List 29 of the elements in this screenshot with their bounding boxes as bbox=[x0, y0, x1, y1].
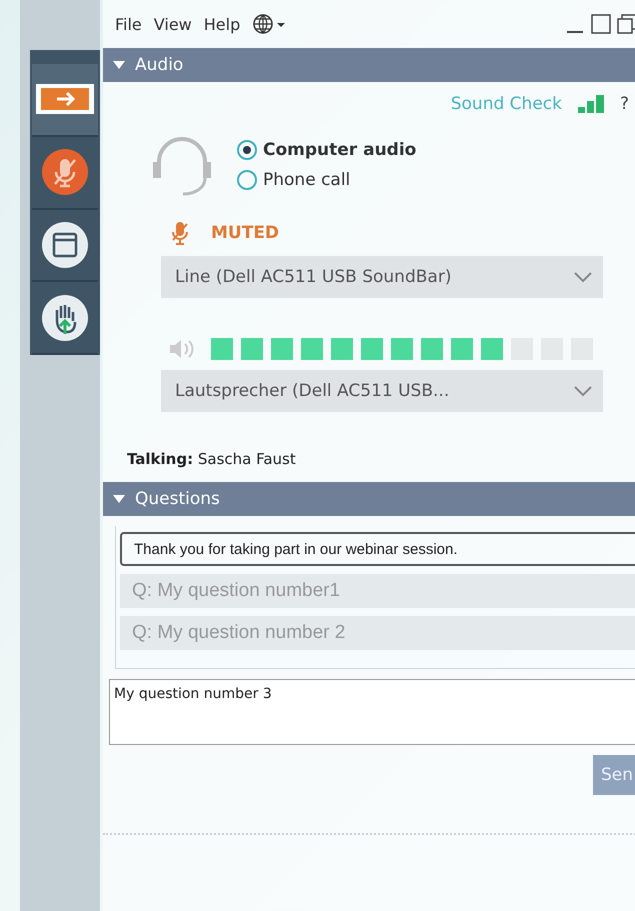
host-message: Thank you for taking part in our webinar session. bbox=[120, 532, 635, 566]
signal-bars-icon bbox=[578, 95, 604, 113]
microphone-dropdown[interactable]: Line (Dell AC511 USB SoundBar) bbox=[161, 256, 603, 298]
muted-microphone-icon bbox=[41, 148, 89, 196]
speaker-dropdown[interactable]: Lautsprecher (Dell AC511 USB... bbox=[161, 370, 603, 412]
radio-option[interactable]: Computer audio bbox=[237, 140, 416, 160]
collapse-icon[interactable] bbox=[113, 494, 125, 504]
menu-item[interactable]: Help bbox=[204, 14, 240, 34]
raised-hand-icon bbox=[41, 294, 89, 342]
window-icon bbox=[41, 220, 89, 269]
questions-header[interactable]: Questions bbox=[103, 482, 635, 516]
radio-option[interactable]: Phone call bbox=[237, 170, 416, 190]
restore-icon[interactable] bbox=[617, 14, 635, 34]
muted-microphone-icon bbox=[171, 220, 189, 246]
chevron-icon bbox=[573, 271, 593, 283]
talking-status: Talking: Sascha Faust bbox=[126, 449, 297, 470]
sidebar-item[interactable] bbox=[32, 64, 98, 137]
menu-item[interactable]: View bbox=[154, 14, 192, 34]
globe-icon[interactable] bbox=[252, 13, 286, 35]
audio-title: Audio bbox=[135, 55, 184, 75]
question-input[interactable]: My question number 3 bbox=[109, 679, 635, 745]
maximize-icon[interactable] bbox=[591, 14, 611, 34]
audio-header[interactable]: Audio bbox=[103, 48, 635, 82]
menu-item[interactable]: File bbox=[115, 14, 142, 34]
mute-status: MUTED bbox=[211, 223, 280, 243]
help-icon[interactable]: ? bbox=[620, 94, 629, 114]
collapse-icon[interactable] bbox=[113, 60, 125, 70]
questions-title: Questions bbox=[135, 489, 220, 509]
chevron-icon bbox=[573, 385, 593, 397]
